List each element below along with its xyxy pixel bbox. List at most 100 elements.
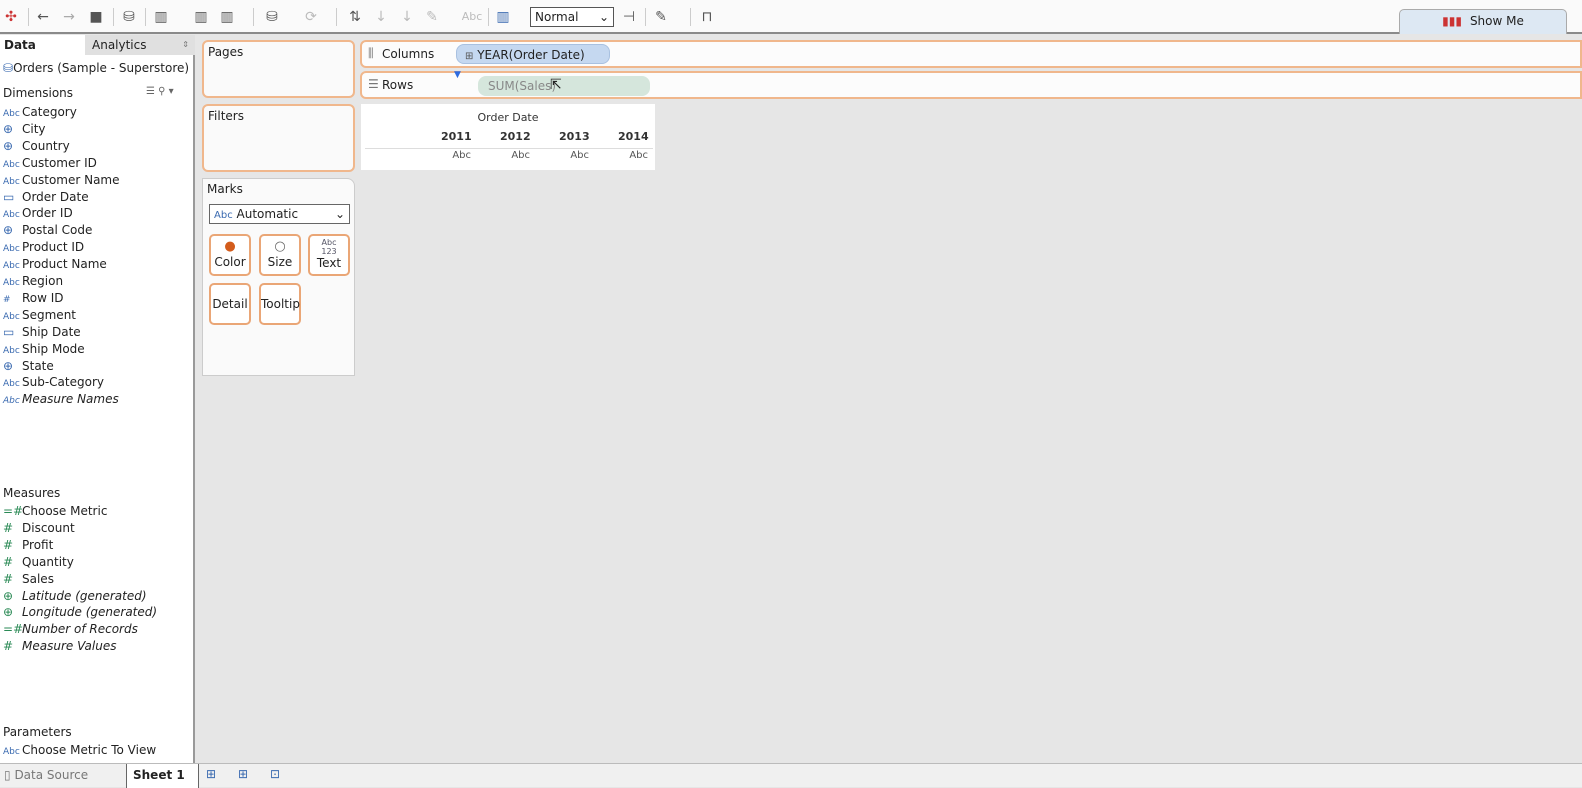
new-story-icon[interactable]: ⊡: [270, 767, 280, 781]
pause-updates-icon[interactable]: ⛁: [263, 8, 281, 26]
datasource-item[interactable]: ⛁Orders (Sample - Superstore): [3, 61, 189, 75]
mark-size-select[interactable]: Normal ⌄: [530, 7, 614, 27]
expand-icon: ⊞: [465, 51, 474, 62]
data-source-label: Data Source: [14, 768, 89, 782]
save-icon[interactable]: ■: [87, 8, 105, 26]
size-icon: ○: [274, 239, 286, 254]
field-item[interactable]: Abc Customer Name: [0, 172, 120, 189]
filters-card[interactable]: Filters: [202, 104, 355, 172]
field-item[interactable]: Abc Customer ID: [0, 155, 97, 172]
show-me-label: Show Me: [1469, 14, 1524, 28]
field-item[interactable]: Abc Order ID: [0, 205, 73, 222]
field-label: Sub-Category: [22, 375, 104, 390]
field-item[interactable]: Abc Ship Mode: [0, 341, 85, 358]
show-labels-icon[interactable]: Abc: [460, 8, 484, 26]
pages-card[interactable]: Pages: [202, 40, 355, 98]
field-item[interactable]: # Quantity: [0, 554, 74, 571]
field-item[interactable]: ⊕ State: [0, 358, 54, 375]
drag-cursor-icon: ⇱: [550, 77, 562, 93]
undo-icon[interactable]: ←: [34, 8, 52, 26]
sort-desc-icon[interactable]: ↓: [398, 8, 416, 26]
field-item[interactable]: # Profit: [0, 537, 53, 554]
tableau-logo-icon[interactable]: ✣: [2, 8, 20, 26]
sum-sales-pill[interactable]: SUM(Sales): [478, 76, 650, 96]
size-button[interactable]: ○ Size: [259, 234, 301, 276]
sheet-tabs-bar: ▯ Data Source Sheet 1 ⊞ ⊞ ⊡: [0, 763, 1582, 788]
color-button[interactable]: ● Color: [209, 234, 251, 276]
fix-axes-icon[interactable]: ⊣: [620, 8, 638, 26]
mark-type-select[interactable]: Abc Automatic ⌄: [209, 204, 350, 224]
detail-button[interactable]: Detail: [209, 283, 251, 325]
select-value: Normal: [535, 10, 579, 24]
new-worksheet-icon[interactable]: ▥: [152, 8, 170, 26]
presentation-icon[interactable]: ⊓: [698, 8, 716, 26]
year-header[interactable]: 2011: [441, 130, 472, 143]
field-label: Longitude (generated): [22, 605, 158, 620]
highlight-icon[interactable]: ✎: [423, 8, 441, 26]
refresh-icon[interactable]: ⟳: [302, 8, 320, 26]
columns-shelf[interactable]: ⫼ Columns ⊞ YEAR(Order Date): [360, 40, 1582, 68]
parameters-header: Parameters: [3, 725, 72, 739]
tab-analytics[interactable]: Analytics ⇕: [85, 35, 195, 55]
field-item[interactable]: Abc Product ID: [0, 239, 84, 256]
sort-asc-icon[interactable]: ↓: [372, 8, 390, 26]
field-item[interactable]: Abc Segment: [0, 307, 76, 324]
tooltip-button[interactable]: Tooltip: [259, 283, 301, 325]
field-item[interactable]: =#Choose Metric: [0, 503, 107, 520]
abc-icon: Abc: [3, 747, 20, 757]
date-icon: ▭: [3, 189, 15, 204]
clear-sheet-icon[interactable]: ▥: [218, 8, 236, 26]
show-me-button[interactable]: ▮▮▮ Show Me: [1399, 9, 1567, 34]
dimension-tools-icons[interactable]: ☰ ⚲ ▾: [146, 86, 174, 97]
pill-label: YEAR(Order Date): [477, 48, 585, 62]
field-item[interactable]: ⊕ City: [0, 121, 46, 138]
year-header[interactable]: 2014: [618, 130, 649, 143]
field-item[interactable]: Abc Product Name: [0, 256, 107, 273]
field-item[interactable]: Abc Sub-Category: [0, 374, 104, 391]
database-icon: ⛁: [3, 61, 14, 75]
geo-icon: ⊕: [3, 223, 14, 238]
new-worksheet-icon[interactable]: ⊞: [206, 767, 216, 781]
field-label: Number of Records: [22, 622, 138, 637]
field-label: Category: [22, 105, 77, 119]
field-label: Product ID: [22, 240, 85, 255]
num-icon: #: [3, 571, 14, 586]
field-item[interactable]: ▭ Ship Date: [0, 324, 81, 341]
dimensions-header: Dimensions: [3, 86, 74, 100]
duplicate-sheet-icon[interactable]: ▥: [192, 8, 210, 26]
rows-shelf[interactable]: ☰ Rows ▼ SUM(Sales) ⇱: [360, 70, 1582, 99]
field-item[interactable]: # Sales: [0, 571, 54, 588]
field-item[interactable]: =#Number of Records: [0, 621, 138, 638]
calc-icon: =#: [3, 504, 24, 518]
field-item[interactable]: ⊕ Country: [0, 138, 70, 155]
field-item[interactable]: # Row ID: [0, 290, 64, 307]
field-item[interactable]: ⊕ Latitude (generated): [0, 588, 147, 605]
columns-icon: ⫼: [368, 46, 374, 60]
field-label: Profit: [22, 537, 54, 552]
field-item[interactable]: Abc Choose Metric To View: [0, 742, 156, 759]
field-item[interactable]: # Measure Values: [0, 638, 116, 655]
field-item[interactable]: Abc Measure Names: [0, 391, 119, 408]
year-header[interactable]: 2013: [559, 130, 590, 143]
field-item[interactable]: Abc Region: [0, 273, 63, 290]
redo-icon[interactable]: →: [60, 8, 78, 26]
year-order-date-pill[interactable]: ⊞ YEAR(Order Date): [456, 44, 610, 64]
field-item[interactable]: ⊕ Postal Code: [0, 222, 92, 239]
fit-icon[interactable]: ▥: [494, 8, 512, 26]
year-header[interactable]: 2012: [500, 130, 531, 143]
chevron-down-icon: ⌄: [334, 207, 345, 221]
field-item[interactable]: ⊕ Longitude (generated): [0, 604, 157, 621]
new-datasource-icon[interactable]: ⛁: [120, 8, 138, 26]
new-dashboard-icon[interactable]: ⊞: [238, 767, 248, 781]
data-source-tab[interactable]: ▯ Data Source: [4, 768, 88, 782]
field-item[interactable]: # Discount: [0, 520, 75, 537]
field-label: City: [22, 121, 46, 136]
text-button[interactable]: Abc 123 Text: [308, 234, 350, 276]
swap-icon[interactable]: ⇅: [346, 8, 364, 26]
field-item[interactable]: Abc Category: [0, 104, 77, 121]
tab-data[interactable]: Data: [0, 35, 85, 55]
pen-icon[interactable]: ✎: [652, 8, 670, 26]
field-item[interactable]: ▭ Order Date: [0, 189, 89, 206]
sheet-1-tab[interactable]: Sheet 1: [126, 764, 199, 788]
field-label: Region: [22, 274, 64, 288]
